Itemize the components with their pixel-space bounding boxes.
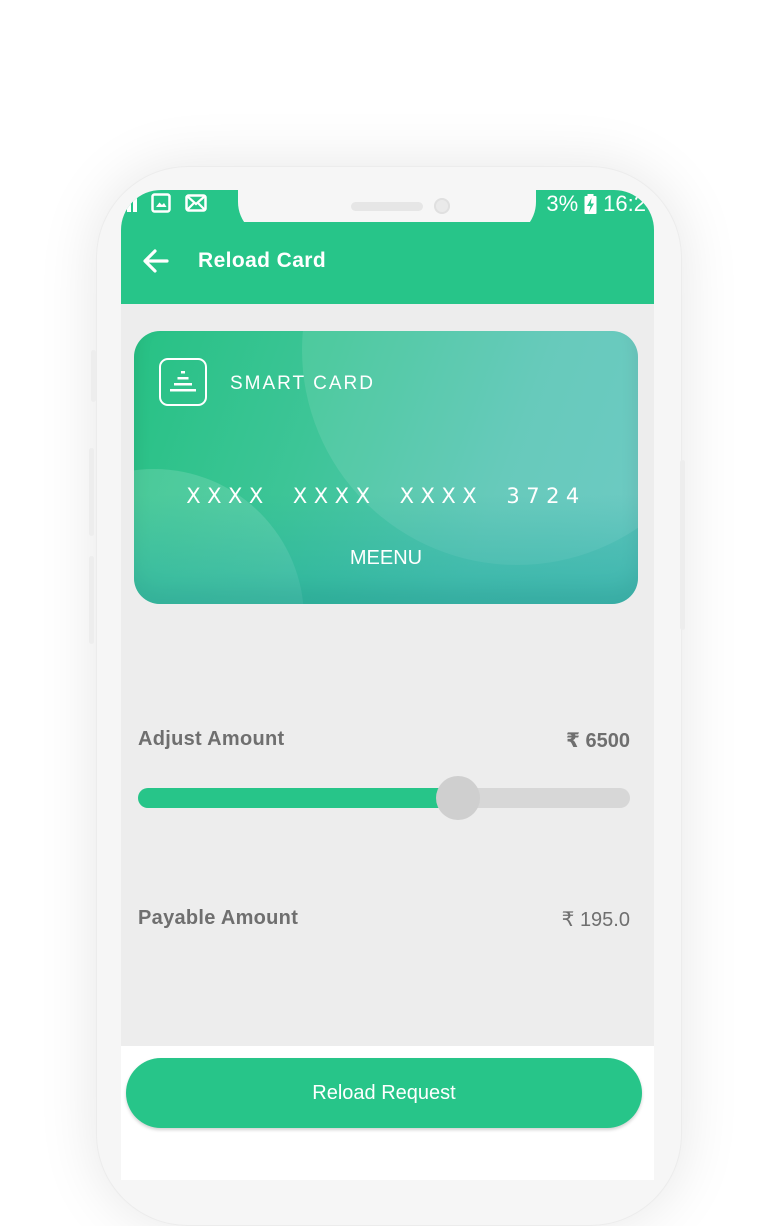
phone-side-button	[89, 556, 94, 644]
battery-percentage: 3%	[546, 191, 579, 216]
slider-fill	[138, 788, 458, 808]
back-button[interactable]	[141, 246, 171, 276]
status-bar-time: 16:2	[603, 191, 646, 216]
mail-notification-icon	[185, 194, 207, 212]
arrow-left-icon	[143, 249, 169, 273]
phone-camera	[434, 198, 450, 214]
phone-side-button	[680, 460, 685, 630]
status-bar-notifications	[127, 193, 207, 213]
smart-card-logo-icon	[159, 358, 207, 406]
image-notification-icon	[151, 193, 171, 213]
signal-icon	[127, 194, 137, 212]
phone-side-button	[89, 448, 94, 536]
payable-amount-value: ₹ 195.0	[561, 909, 630, 931]
card-holder-name: MEENU	[349, 547, 423, 569]
slider-thumb[interactable]	[435, 776, 480, 820]
smart-card: SMART CARD XXXX XXXX XXXX 3724 MEENU	[134, 331, 638, 604]
app-bar: Reload Card	[121, 222, 654, 304]
adjust-amount-value: ₹ 6500	[566, 730, 630, 752]
app-screen: 3% 16:2 Reload Card SMART CARD XXXX XXXX…	[121, 190, 654, 1180]
amount-slider[interactable]	[138, 776, 630, 820]
phone-side-button	[91, 350, 96, 402]
battery-charging-icon	[584, 194, 597, 214]
phone-speaker	[351, 202, 423, 211]
payable-amount-label: Payable Amount	[138, 907, 299, 929]
card-brand-label: SMART CARD	[230, 373, 375, 394]
page-title: Reload Card	[198, 249, 327, 272]
card-number: XXXX XXXX XXXX 3724	[186, 484, 586, 508]
status-bar-system: 3% 16:2	[546, 191, 646, 217]
reload-request-button[interactable]: Reload Request	[126, 1058, 642, 1128]
adjust-amount-label: Adjust Amount	[138, 728, 285, 750]
